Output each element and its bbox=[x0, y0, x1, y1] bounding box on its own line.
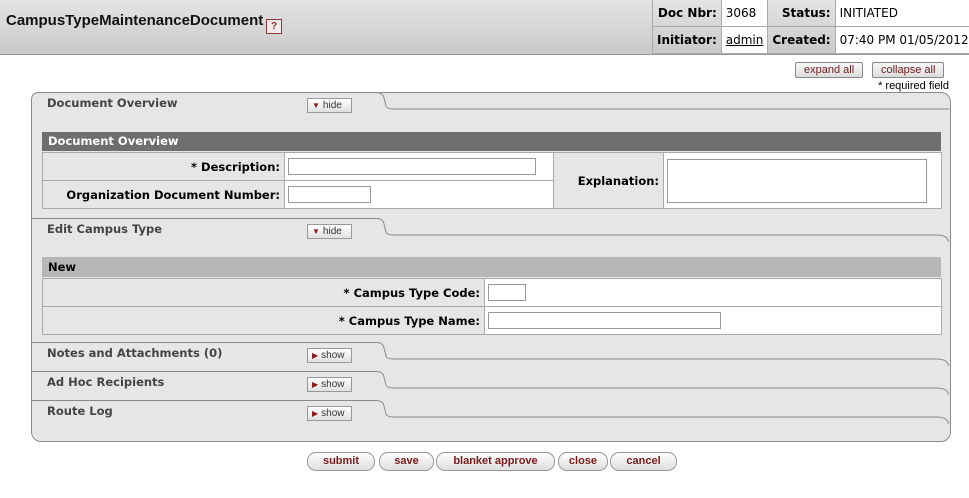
campus-type-name-label: * Campus Type Name: bbox=[42, 306, 485, 335]
save-button[interactable]: save bbox=[379, 452, 434, 471]
toggle-label: show bbox=[321, 408, 345, 419]
tab-shape bbox=[31, 218, 949, 242]
triangle-right-icon: ▶ bbox=[312, 351, 319, 360]
org-doc-number-label: Organization Document Number: bbox=[42, 180, 285, 209]
campus-type-name-field[interactable] bbox=[488, 312, 721, 329]
collapse-all-button[interactable]: collapse all bbox=[872, 62, 945, 78]
tab-shape bbox=[31, 400, 949, 424]
explanation-textarea[interactable] bbox=[667, 158, 927, 203]
toggle-label: show bbox=[321, 350, 345, 361]
initiator-link[interactable]: admin bbox=[726, 33, 764, 47]
tab-label: Ad Hoc Recipients bbox=[47, 375, 165, 389]
document-overview-section-header: Document Overview bbox=[42, 132, 941, 151]
document-header: CampusTypeMaintenanceDocument ? Doc Nbr:… bbox=[0, 0, 969, 55]
tab-shape bbox=[31, 371, 949, 395]
required-field-note: * required field bbox=[878, 80, 949, 92]
tab-route-log: Route Log ▶ show bbox=[31, 400, 949, 424]
campus-type-code-field[interactable] bbox=[488, 284, 526, 301]
doc-nbr-label: Doc Nbr: bbox=[652, 0, 722, 27]
tab-edit-campus-type: Edit Campus Type ▼ hide bbox=[31, 218, 949, 242]
created-label: Created: bbox=[767, 26, 836, 54]
tab-notes-and-attachments: Notes and Attachments (0) ▶ show bbox=[31, 342, 949, 366]
hide-document-overview-button[interactable]: ▼ hide bbox=[307, 98, 352, 113]
status-value: INITIATED bbox=[834, 0, 969, 27]
initiator-label: Initiator: bbox=[652, 26, 722, 54]
triangle-right-icon: ▶ bbox=[312, 380, 319, 389]
document-header-info: Doc Nbr: 3068 Status: INITIATED Initiato… bbox=[652, 0, 969, 54]
show-route-log-button[interactable]: ▶ show bbox=[307, 406, 352, 421]
campus-type-table: * Campus Type Code: * Campus Type Name: bbox=[42, 278, 942, 335]
blanket-approve-button[interactable]: blanket approve bbox=[436, 452, 555, 471]
show-notes-button[interactable]: ▶ show bbox=[307, 348, 352, 363]
triangle-down-icon: ▼ bbox=[312, 227, 320, 236]
toggle-label: hide bbox=[322, 226, 342, 237]
description-label: * Description: bbox=[42, 152, 285, 181]
tab-label: Edit Campus Type bbox=[47, 222, 162, 236]
tab-ad-hoc-recipients: Ad Hoc Recipients ▶ show bbox=[31, 371, 949, 395]
created-value: 07:40 PM 01/05/2012 bbox=[834, 26, 969, 54]
tab-label: Route Log bbox=[47, 404, 113, 418]
close-button[interactable]: close bbox=[558, 452, 608, 471]
submit-button[interactable]: submit bbox=[307, 452, 375, 471]
status-label: Status: bbox=[767, 0, 836, 27]
org-doc-number-field[interactable] bbox=[288, 186, 371, 203]
expand-all-button[interactable]: expand all bbox=[795, 62, 864, 78]
cancel-button[interactable]: cancel bbox=[610, 452, 677, 471]
description-field[interactable] bbox=[288, 158, 536, 175]
help-icon[interactable]: ? bbox=[266, 19, 282, 34]
document-title: CampusTypeMaintenanceDocument bbox=[6, 12, 264, 29]
tab-label: Document Overview bbox=[47, 96, 178, 110]
show-ad-hoc-button[interactable]: ▶ show bbox=[307, 377, 352, 392]
triangle-down-icon: ▼ bbox=[312, 101, 320, 110]
new-section-header: New bbox=[42, 257, 941, 277]
toggle-label: show bbox=[321, 379, 345, 390]
campus-type-code-label: * Campus Type Code: bbox=[42, 278, 485, 307]
toggle-label: hide bbox=[322, 100, 342, 111]
document-overview-table: * Description: Explanation: Organization… bbox=[42, 152, 942, 209]
tab-document-overview: Document Overview ▼ hide bbox=[31, 92, 949, 116]
explanation-label: Explanation: bbox=[553, 152, 664, 209]
action-buttons: submit save blanket approve close cancel bbox=[0, 452, 969, 472]
doc-nbr-value: 3068 bbox=[720, 0, 768, 27]
triangle-right-icon: ▶ bbox=[312, 409, 319, 418]
hide-edit-campus-type-button[interactable]: ▼ hide bbox=[307, 224, 352, 239]
tab-label: Notes and Attachments (0) bbox=[47, 346, 223, 360]
